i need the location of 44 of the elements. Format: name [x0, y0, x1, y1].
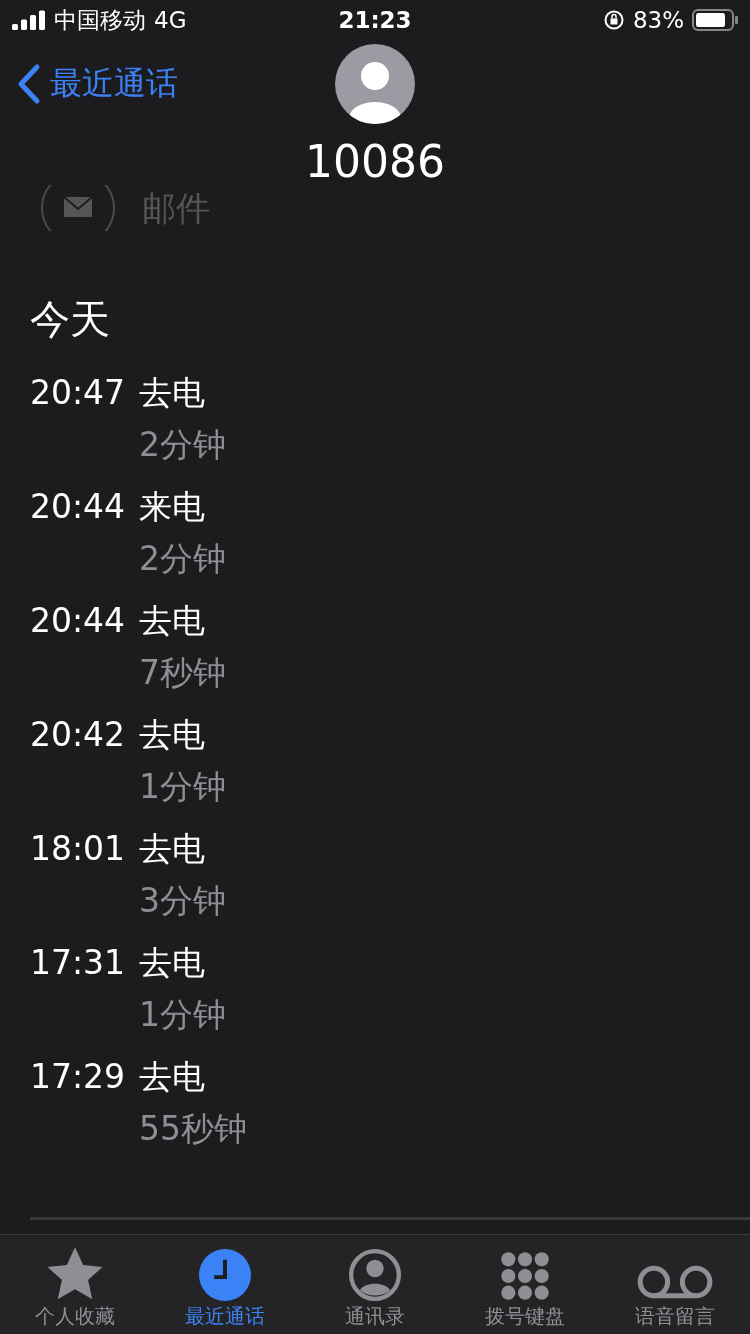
back-button[interactable]: 最近通话 [16, 62, 178, 106]
star-icon [47, 1247, 103, 1301]
mail-icon[interactable] [40, 184, 116, 231]
contact-icon [349, 1249, 401, 1301]
signal-icon [12, 10, 46, 30]
contact-number: 10086 [305, 136, 445, 187]
clock-icon [199, 1249, 251, 1301]
avatar-icon [335, 44, 415, 124]
call-duration: 7秒钟 [139, 652, 227, 694]
call-time: 17:31 [30, 942, 126, 984]
call-duration: 3分钟 [139, 880, 227, 922]
call-time: 20:47 [30, 372, 126, 414]
call-time: 20:44 [30, 486, 126, 528]
call-time: 17:29 [30, 1056, 126, 1098]
call-time: 20:44 [30, 600, 126, 642]
call-duration: 1分钟 [139, 766, 227, 808]
call-time: 20:42 [30, 714, 126, 756]
network-type: 4G [154, 7, 187, 33]
call-duration: 2分钟 [139, 538, 227, 580]
call-duration: 2分钟 [139, 424, 227, 466]
chevron-left-icon [16, 63, 42, 105]
tab-item[interactable]: 通讯录 [300, 1235, 450, 1334]
battery-icon [692, 9, 738, 31]
call-type: 去电 [139, 942, 207, 984]
voicemail-icon [637, 1263, 713, 1301]
call-type: 去电 [139, 1056, 207, 1098]
tab-item[interactable]: 拨号键盘 [450, 1235, 600, 1334]
call-type: 去电 [139, 828, 207, 870]
carrier-name: 中国移动 [54, 5, 146, 35]
call-duration: 1分钟 [139, 994, 227, 1036]
call-type: 去电 [139, 372, 207, 414]
tab-item[interactable]: 最近通话 [150, 1235, 300, 1334]
battery-percent: 83% [632, 7, 684, 33]
keypad-icon [500, 1251, 550, 1301]
status-time: 21:23 [338, 7, 412, 33]
call-type: 去电 [139, 600, 207, 642]
call-duration: 55秒钟 [139, 1108, 248, 1150]
call-type: 去电 [139, 714, 207, 756]
call-type: 来电 [139, 486, 207, 528]
call-time: 18:01 [30, 828, 126, 870]
rotation-lock-icon [602, 9, 625, 31]
tab-item[interactable]: 个人收藏 [0, 1235, 150, 1334]
tab-item[interactable]: 语音留言 [600, 1235, 750, 1334]
section-title: 今天 [30, 295, 111, 344]
